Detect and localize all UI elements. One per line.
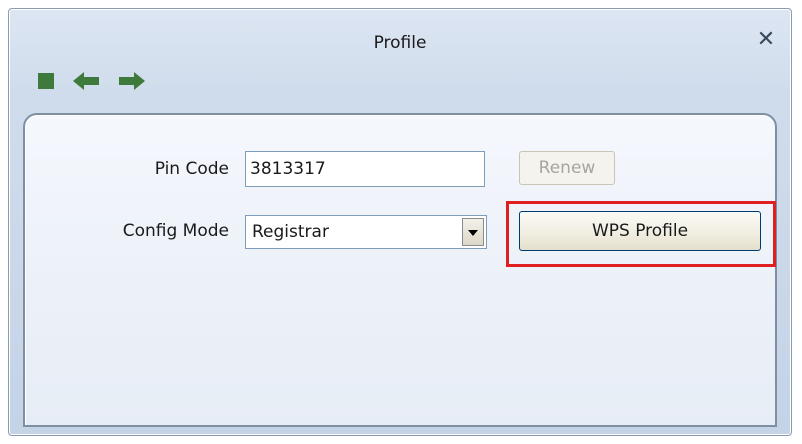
close-icon[interactable]: ✕ bbox=[755, 29, 777, 51]
wps-panel: Pin Code Renew Config Mode Registrar WPS… bbox=[23, 113, 777, 427]
wps-profile-button[interactable]: WPS Profile bbox=[519, 211, 761, 251]
config-mode-label: Config Mode bbox=[122, 221, 229, 241]
pin-code-field[interactable] bbox=[245, 151, 485, 187]
back-arrow-icon[interactable] bbox=[71, 71, 101, 95]
chevron-down-icon[interactable] bbox=[462, 218, 484, 246]
config-mode-value: Registrar bbox=[252, 222, 329, 242]
config-mode-select[interactable]: Registrar bbox=[245, 215, 487, 249]
toolbar bbox=[37, 69, 163, 97]
title-bar: Profile ✕ bbox=[9, 9, 791, 109]
renew-button[interactable]: Renew bbox=[519, 151, 615, 185]
pin-code-label: Pin Code bbox=[154, 159, 229, 179]
stop-icon[interactable] bbox=[37, 72, 55, 94]
window-title: Profile bbox=[373, 33, 427, 53]
forward-arrow-icon[interactable] bbox=[117, 71, 147, 95]
profile-window: Profile ✕ Pin Code Renew Con bbox=[8, 8, 792, 436]
